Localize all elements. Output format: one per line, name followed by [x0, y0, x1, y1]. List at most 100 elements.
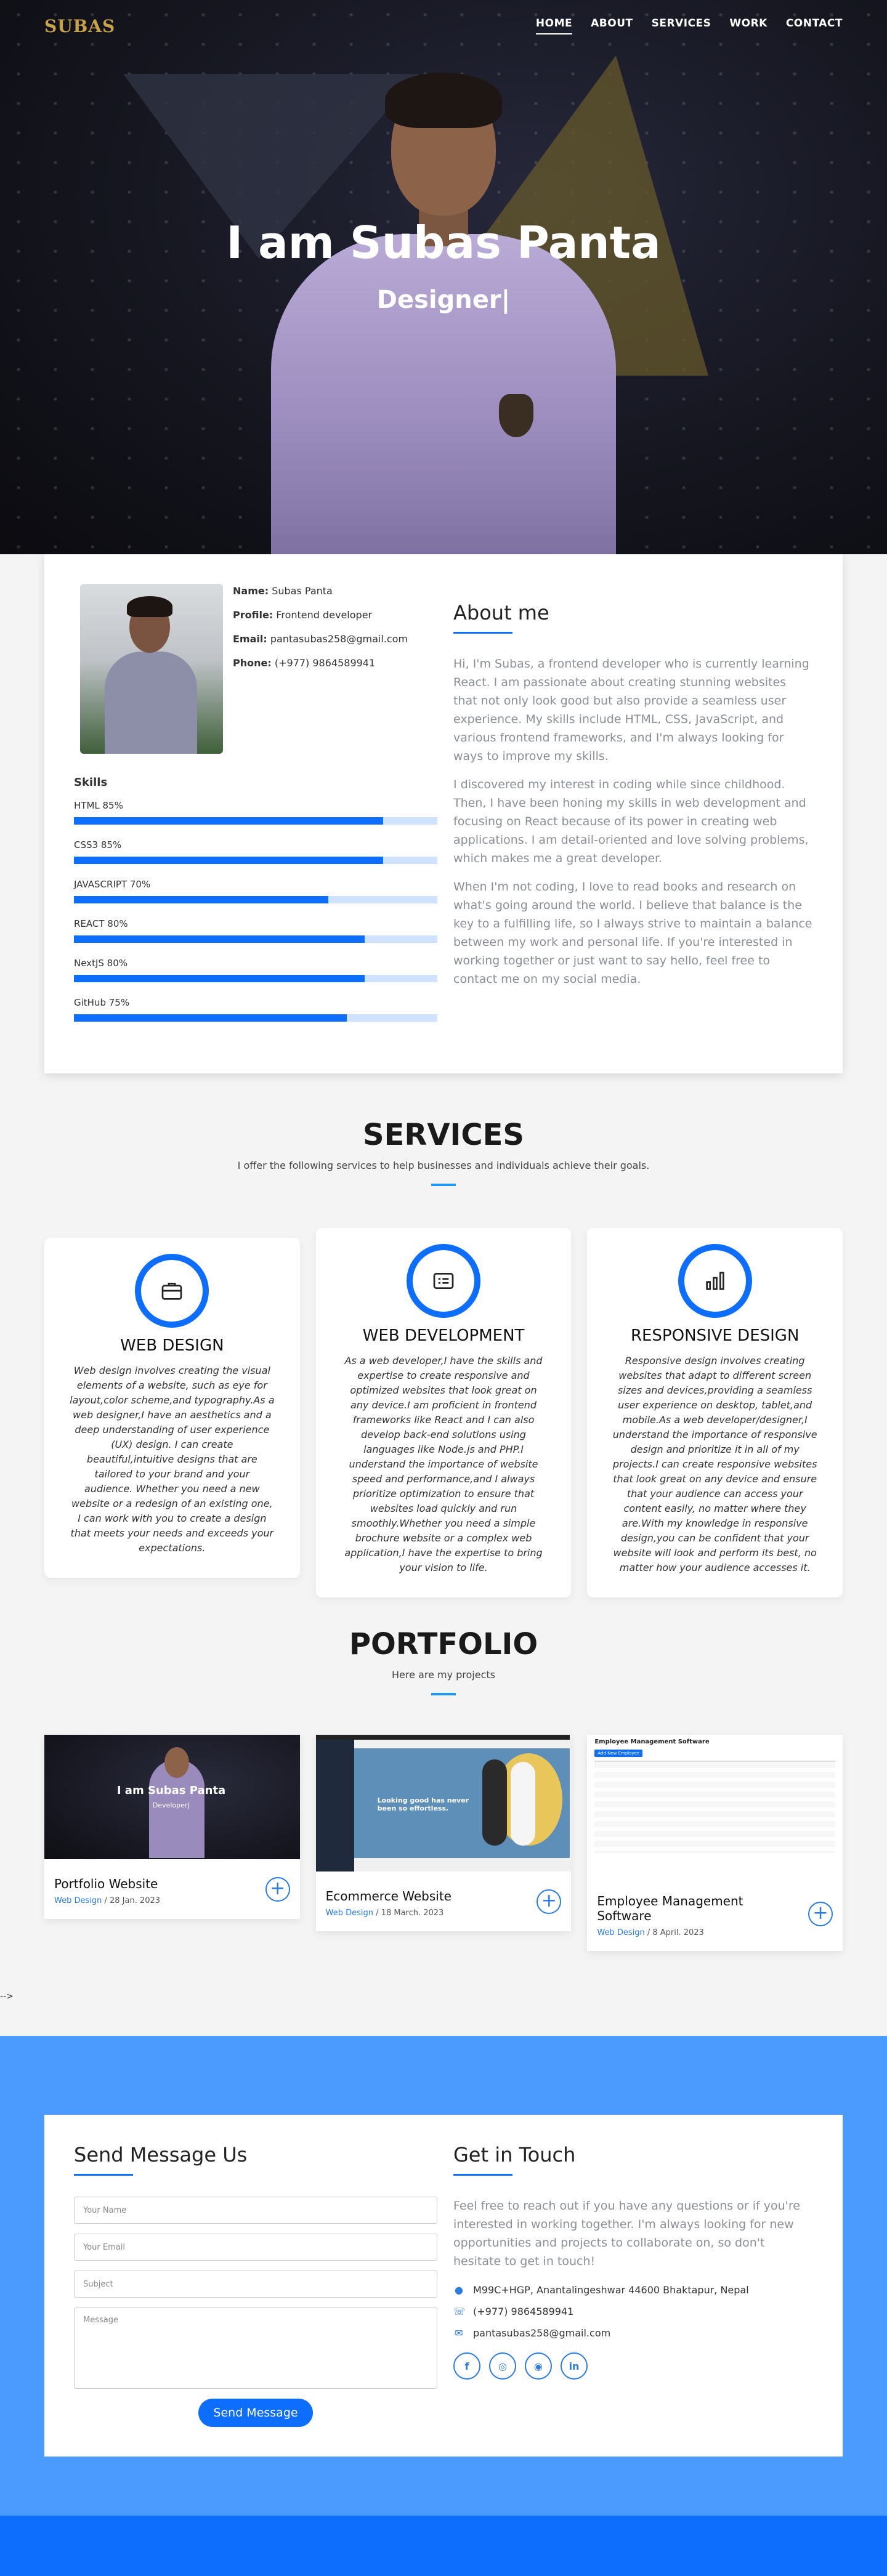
about-paragraph: I discovered my interest in coding while…	[453, 778, 809, 865]
skill-item: CSS3 85%	[74, 839, 437, 864]
portfolio-meta: Web Design / 28 Jan. 2023	[54, 1896, 161, 1905]
send-message-heading: Send Message Us	[74, 2143, 248, 2166]
bar-chart-icon	[678, 1244, 752, 1318]
footer-bar	[0, 2516, 887, 2576]
service-title: WEB DESIGN	[120, 1336, 224, 1355]
skill-progress-bar	[74, 935, 437, 943]
portfolio-thumbnail[interactable]: Looking good has never been so effortles…	[315, 1735, 572, 1871]
portfolio-section: PORTFOLIO Here are my projects I am Suba…	[0, 1597, 887, 1951]
portfolio-card-body: Employee Management Software Web Design …	[587, 1876, 843, 1951]
contact-card: Send Message Us Your Name Your Email Sub…	[44, 2115, 843, 2457]
thumbnail-title: Employee Management Software	[594, 1738, 710, 1745]
contact-info: Get in Touch Feel free to reach out if y…	[453, 2143, 813, 2427]
service-card-responsive-design: RESPONSIVE DESIGN Responsive design invo…	[587, 1228, 843, 1597]
service-card-web-design: WEB DESIGN Web design involves creating …	[44, 1238, 300, 1578]
add-icon[interactable]: +	[808, 1901, 833, 1926]
location-pin-icon: ●	[455, 2284, 463, 2296]
heading-underline	[453, 632, 512, 634]
skill-item: REACT 80%	[74, 918, 437, 943]
nav-work[interactable]: WORK	[729, 17, 767, 34]
github-icon[interactable]: ◉	[525, 2352, 552, 2380]
stray-comment-text: -->	[0, 1992, 14, 2001]
portfolio-title: Portfolio Website	[54, 1876, 158, 1891]
info-profile: Profile: Frontend developer	[233, 609, 373, 621]
skill-item: NextJS 80%	[74, 958, 437, 982]
linkedin-icon[interactable]: in	[561, 2352, 588, 2380]
portfolio-subtitle: Here are my projects	[392, 1669, 495, 1681]
about-heading: About me	[453, 601, 549, 624]
portfolio-card-body: Portfolio Website Web Design / 28 Jan. 2…	[44, 1859, 300, 1919]
get-in-touch-text: Feel free to reach out if you have any q…	[453, 2199, 800, 2268]
skill-item: HTML 85%	[74, 800, 437, 825]
portfolio-title: Ecommerce Website	[325, 1889, 452, 1904]
portfolio-row: I am Subas Panta Developer| Portfolio We…	[44, 1735, 843, 1951]
services-section: SERVICES I offer the following services …	[0, 1073, 887, 1597]
services-title: SERVICES	[363, 1118, 524, 1152]
phone-row: ☏ (+977) 9864589941	[453, 2306, 813, 2317]
about-paragraph: Hi, I'm Subas, a frontend developer who …	[453, 657, 809, 763]
get-in-touch-heading: Get in Touch	[453, 2143, 576, 2166]
services-row: WEB DESIGN Web design involves creating …	[44, 1228, 843, 1597]
subject-input[interactable]: Subject	[74, 2271, 437, 2298]
info-phone: Phone: (+977) 9864589941	[233, 657, 376, 669]
portfolio-meta: Web Design / 8 April. 2023	[597, 1928, 704, 1937]
info-name: Name: Subas Panta	[233, 585, 333, 597]
portfolio-card-body: Ecommerce Website Web Design / 18 March.…	[316, 1871, 572, 1931]
contact-form: Send Message Us Your Name Your Email Sub…	[74, 2143, 437, 2427]
instagram-icon[interactable]: ◎	[489, 2352, 516, 2380]
portfolio-card[interactable]: Employee Management Software Add New Emp…	[587, 1735, 843, 1951]
service-description: Responsive design involves creating webs…	[612, 1355, 817, 1573]
about-left-column: Name: Subas Panta Profile: Frontend deve…	[74, 584, 437, 1036]
add-icon[interactable]: +	[265, 1876, 290, 1902]
hero-text: I am Subas Panta Designer|	[0, 217, 887, 314]
phone-icon: ☏	[453, 2306, 466, 2317]
thumbnail-title: Looking good has never been so effortles…	[377, 1796, 469, 1812]
email-row: ✉ pantasubas258@gmail.com	[453, 2327, 813, 2339]
facebook-icon[interactable]: f	[453, 2352, 480, 2380]
nav-services[interactable]: SERVICES	[652, 17, 711, 34]
thumbnail-button: Add New Employee	[594, 1750, 643, 1757]
nav-about[interactable]: ABOUT	[591, 17, 633, 34]
hero-section: I am Subas Panta Designer|	[0, 0, 887, 554]
address-text: M99C+HGP, Anantalingeshwar 44600 Bhaktap…	[473, 2284, 749, 2296]
nav-links: HOME ABOUT SERVICES WORK CONTACT	[535, 17, 843, 34]
nav-contact[interactable]: CONTACT	[786, 17, 843, 34]
service-description: As a web developer,I have the skills and…	[344, 1355, 543, 1573]
info-email: Email: pantasubas258@gmail.com	[233, 633, 408, 645]
thumbnail-subtitle: Developer|	[152, 1801, 190, 1809]
skill-item: GitHub 75%	[74, 997, 437, 1022]
message-textarea[interactable]: Message	[74, 2307, 437, 2389]
portfolio-title: PORTFOLIO	[349, 1627, 538, 1661]
service-title: WEB DEVELOPMENT	[362, 1326, 525, 1345]
heading-underline	[453, 2174, 512, 2176]
portfolio-thumbnail[interactable]: I am Subas Panta Developer|	[44, 1735, 300, 1859]
service-description: Web design involves creating the visual …	[70, 1365, 275, 1554]
profile-photo	[80, 584, 223, 754]
site-logo[interactable]: SUBAS	[44, 16, 115, 36]
name-input[interactable]: Your Name	[74, 2197, 437, 2224]
skill-progress-bar	[74, 896, 437, 903]
profile-info: Name: Subas Panta Profile: Frontend deve…	[233, 584, 408, 754]
portfolio-meta: Web Design / 18 March. 2023	[325, 1908, 444, 1918]
thumbnail-title: I am Subas Panta	[116, 1784, 226, 1797]
nav-home[interactable]: HOME	[535, 17, 573, 34]
portfolio-thumbnail[interactable]: Employee Management Software Add New Emp…	[587, 1735, 843, 1876]
address-row: ● M99C+HGP, Anantalingeshwar 44600 Bhakt…	[453, 2284, 813, 2296]
envelope-icon: ✉	[455, 2327, 463, 2339]
hero-typed-subtitle: Designer|	[376, 286, 511, 314]
section-divider	[431, 1693, 456, 1695]
skill-progress-bar	[74, 1014, 437, 1022]
add-icon[interactable]: +	[537, 1889, 562, 1914]
about-paragraph: When I'm not coding, I love to read book…	[453, 880, 812, 986]
portfolio-card[interactable]: Looking good has never been so effortles…	[315, 1735, 572, 1931]
email-input[interactable]: Your Email	[74, 2234, 437, 2261]
social-links: f ◎ ◉ in	[453, 2352, 813, 2380]
briefcase-icon	[135, 1254, 209, 1328]
send-message-button[interactable]: Send Message	[198, 2399, 313, 2427]
skill-progress-bar	[74, 817, 437, 825]
portfolio-card[interactable]: I am Subas Panta Developer| Portfolio We…	[44, 1735, 300, 1919]
skill-progress-bar	[74, 857, 437, 864]
skills-list: HTML 85% CSS3 85% JAVASCRIPT 70% REACT 8…	[74, 800, 437, 1022]
skills-title: Skills	[74, 776, 108, 789]
email-text: pantasubas258@gmail.com	[473, 2327, 611, 2339]
